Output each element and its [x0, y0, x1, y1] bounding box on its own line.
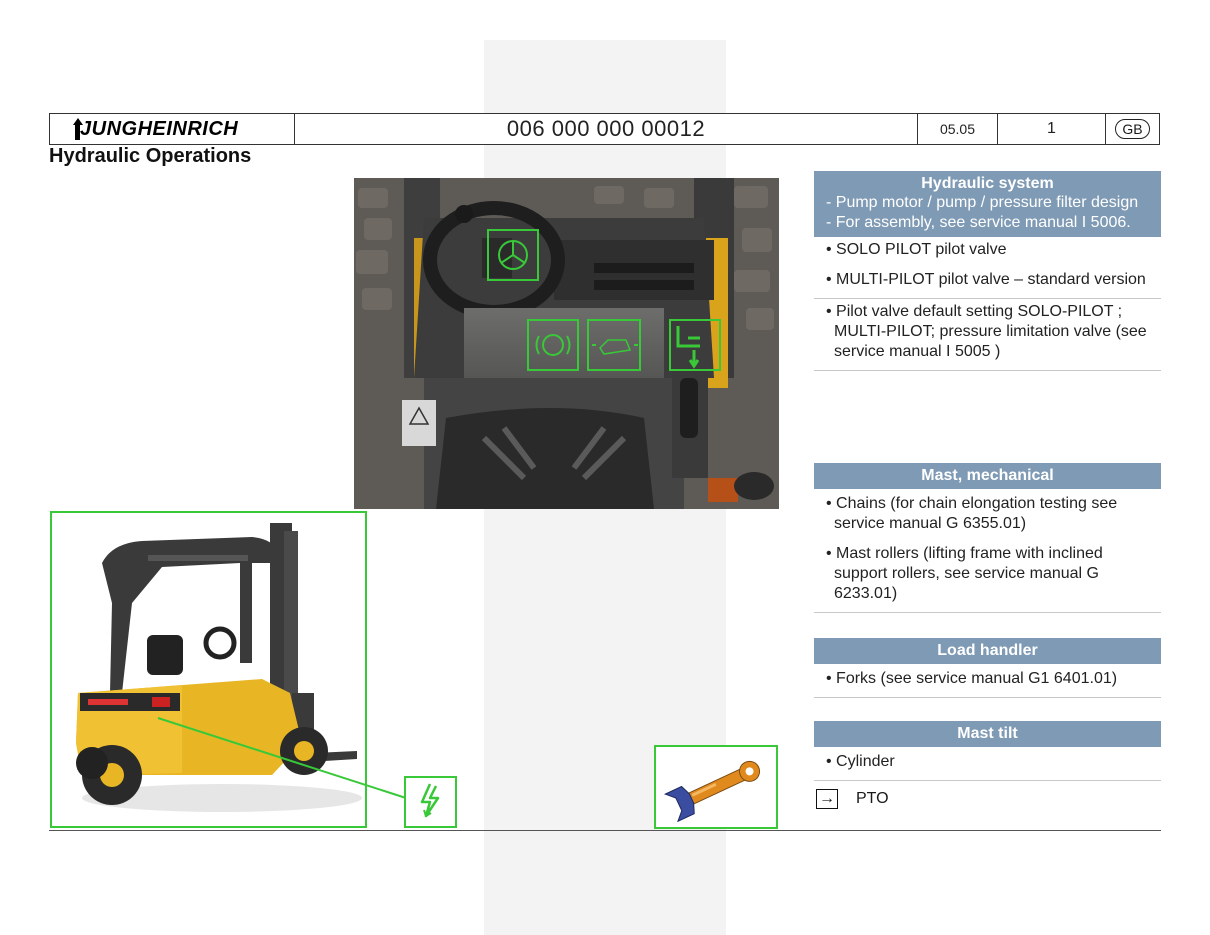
list-item: • Cylinder	[814, 747, 1161, 781]
wrench-icon	[663, 760, 761, 822]
list-item: • MULTI-PILOT pilot valve – standard ver…	[814, 268, 1161, 299]
subtext-line: - Pump motor / pump / pressure filter de…	[826, 194, 1139, 211]
arrow-right-icon: →	[816, 789, 838, 809]
service-callout	[654, 745, 778, 829]
section-header: Mast, mechanical	[814, 463, 1161, 489]
pto-label: PTO	[856, 790, 889, 807]
list-item: • Forks (see service manual G1 6401.01)	[814, 664, 1161, 698]
mast-mechanical-section: Mast, mechanical • Chains (for chain elo…	[814, 463, 1161, 613]
pto-link[interactable]: → PTO	[814, 789, 1161, 809]
bottom-rule	[49, 830, 1161, 831]
electrical-callout	[404, 776, 457, 828]
section-header: Mast tilt	[814, 721, 1161, 747]
section-title: Hydraulic system	[921, 175, 1054, 192]
section-header: Hydraulic system - Pump motor / pump / p…	[814, 171, 1161, 237]
mast-tilt-section: Mast tilt • Cylinder → PTO	[814, 721, 1161, 809]
list-item: • SOLO PILOT pilot valve	[826, 241, 1007, 258]
section-subtext: - Pump motor / pump / pressure filter de…	[820, 193, 1155, 233]
list-item: • Pilot valve default setting SOLO-PILOT…	[814, 299, 1161, 371]
list-item: • Chains (for chain elongation testing s…	[826, 495, 1118, 532]
load-handler-section: Load handler • Forks (see service manual…	[814, 638, 1161, 698]
lightning-icon	[420, 783, 439, 818]
list-item: • Mast rollers (lifting frame with incli…	[814, 542, 1161, 613]
hydraulic-system-section: Hydraulic system - Pump motor / pump / p…	[814, 171, 1161, 371]
subtext-line: - For assembly, see service manual I 500…	[826, 214, 1131, 231]
section-header: Load handler	[814, 638, 1161, 664]
